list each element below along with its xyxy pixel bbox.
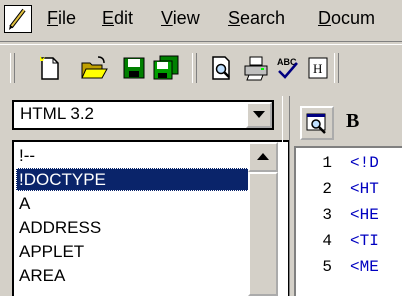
- print-icon[interactable]: [240, 52, 272, 84]
- menu-label-rest: dit: [114, 8, 134, 28]
- list-scrollbar[interactable]: [248, 142, 278, 296]
- code-line[interactable]: <TI: [350, 232, 379, 250]
- menu-document[interactable]: Docum: [318, 8, 375, 29]
- menu-mnemonic: F: [47, 8, 58, 28]
- menu-label-rest: ocum: [331, 8, 376, 28]
- open-folder-icon[interactable]: [78, 52, 110, 84]
- new-file-icon[interactable]: [34, 52, 66, 84]
- menu-mnemonic: V: [161, 8, 173, 28]
- language-value: HTML 3.2: [20, 104, 95, 123]
- menu-label-rest: earch: [240, 8, 286, 28]
- spell-check-icon[interactable]: ABC: [272, 52, 304, 84]
- html-tag-icon[interactable]: H: [302, 52, 334, 84]
- menu-mnemonic: D: [318, 8, 331, 28]
- list-item[interactable]: A: [16, 192, 254, 215]
- save-icon[interactable]: [118, 52, 150, 84]
- scroll-thumb[interactable]: [248, 172, 278, 296]
- code-line[interactable]: <HE: [350, 206, 379, 224]
- menu-label-rest: ile: [58, 8, 77, 28]
- line-number: 5: [322, 258, 332, 276]
- menu-file[interactable]: File: [47, 8, 76, 29]
- app-pencil-icon[interactable]: [4, 5, 32, 33]
- preview-icon[interactable]: [300, 106, 334, 140]
- save-all-icon[interactable]: [150, 52, 182, 84]
- code-line[interactable]: <HT: [350, 180, 379, 198]
- menu-edit[interactable]: Edit: [102, 8, 133, 29]
- language-dropdown[interactable]: HTML 3.2: [12, 100, 274, 130]
- menu-view[interactable]: View: [161, 8, 200, 29]
- line-number: 4: [322, 232, 332, 250]
- line-number: 1: [322, 154, 332, 172]
- pane-splitter[interactable]: [282, 96, 290, 296]
- toolbar-grip[interactable]: [10, 53, 15, 83]
- list-item[interactable]: AREA: [16, 264, 254, 287]
- scroll-up-icon[interactable]: [248, 142, 278, 172]
- toolbar-separator: [192, 53, 197, 83]
- print-preview-icon[interactable]: [206, 52, 238, 84]
- line-number: 3: [322, 206, 332, 224]
- svg-text:H: H: [313, 61, 322, 76]
- code-line[interactable]: <ME: [350, 258, 379, 276]
- menu-label-rest: iew: [172, 8, 200, 28]
- menu-mnemonic: S: [228, 8, 241, 28]
- dropdown-arrow-icon[interactable]: [246, 102, 272, 128]
- bold-button[interactable]: B: [346, 110, 359, 133]
- list-item[interactable]: ADDRESS: [16, 216, 254, 239]
- list-item[interactable]: APPLET: [16, 240, 254, 263]
- line-number: 2: [322, 180, 332, 198]
- list-item-selected[interactable]: !DOCTYPE: [16, 168, 254, 191]
- menu-search[interactable]: Search: [228, 8, 285, 29]
- toolbar-separator: [334, 53, 339, 83]
- code-line[interactable]: <!D: [350, 154, 379, 172]
- list-item[interactable]: !--: [16, 144, 254, 167]
- code-editor[interactable]: 1 <!D 2 <HT 3 <HE 4 <TI 5 <ME: [294, 146, 402, 296]
- menu-mnemonic: E: [102, 8, 115, 28]
- menu-separator: [0, 41, 402, 45]
